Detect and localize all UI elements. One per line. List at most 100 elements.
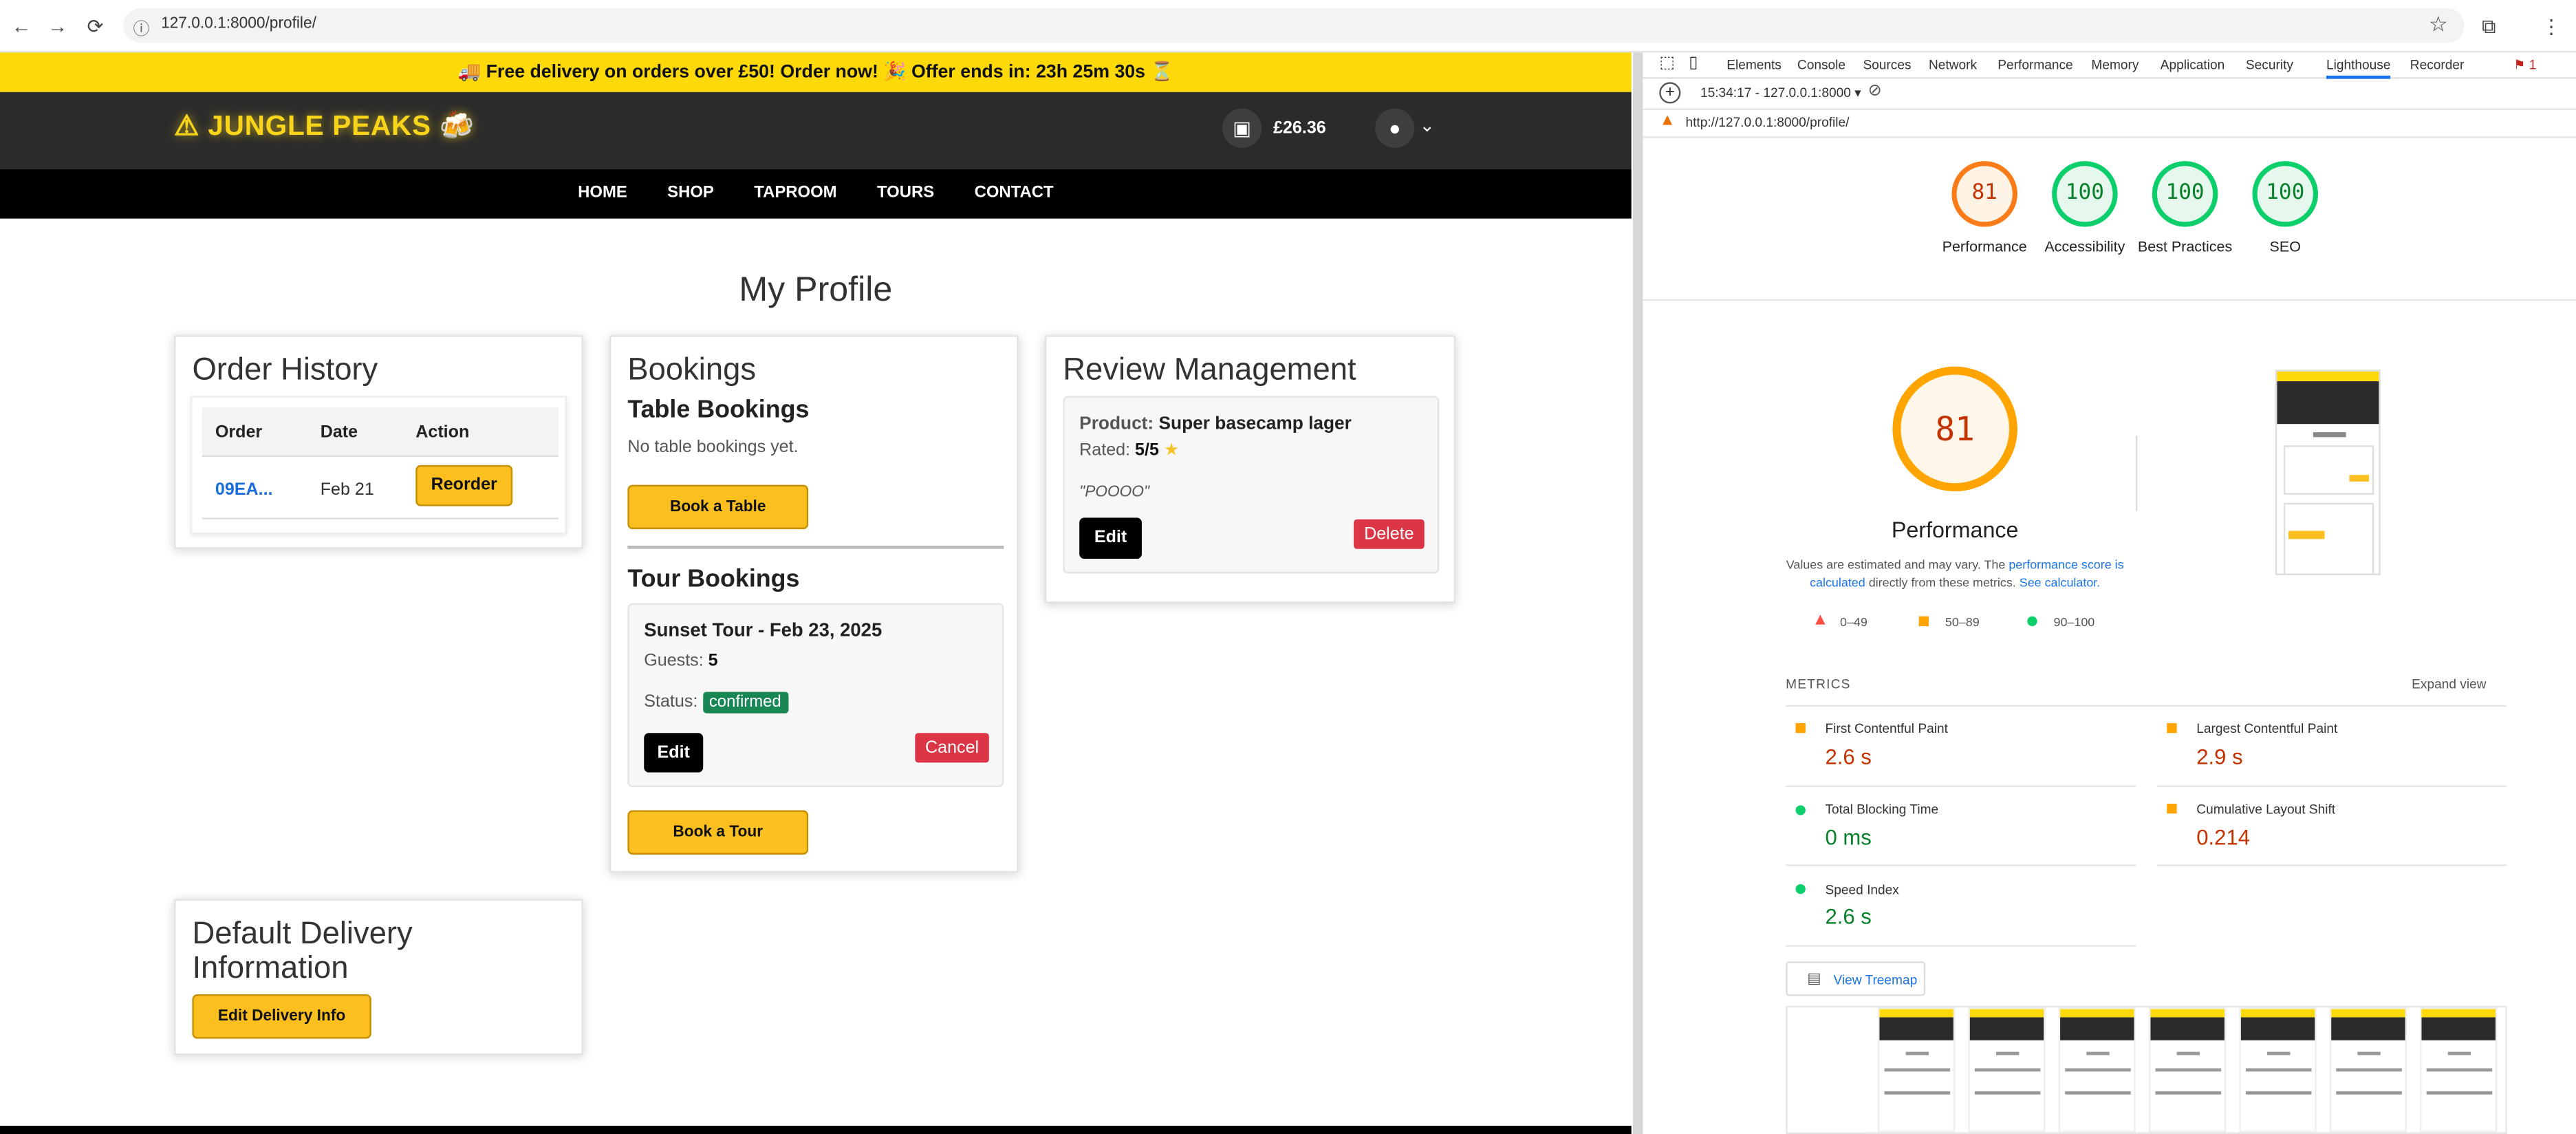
issues-badge[interactable]: ⚑ 1 — [2513, 58, 2536, 72]
new-report-icon[interactable]: + — [1659, 82, 1681, 104]
table-header: Order Date Action — [202, 407, 559, 457]
report-url[interactable]: http://127.0.0.1:8000/profile/ — [1685, 115, 1849, 129]
tour-status: Status: confirmed — [644, 692, 788, 714]
tab-console[interactable]: Console — [1797, 58, 1846, 72]
site-footer — [0, 1126, 1632, 1134]
average-icon — [1795, 723, 1806, 734]
tab-application[interactable]: Application — [2161, 58, 2225, 72]
performance-gauge[interactable]: 81 — [1951, 161, 2017, 227]
inspect-icon[interactable]: ⬚ — [1659, 54, 1675, 72]
view-treemap-button[interactable]: ▤ View Treemap — [1786, 961, 1926, 996]
average-legend-icon — [1918, 616, 1929, 626]
filmstrip-frame — [1877, 1007, 1956, 1133]
legend-pass: 90–100 — [2053, 614, 2095, 630]
book-table-button[interactable]: Book a Table — [627, 484, 809, 530]
report-selector[interactable]: 15:34:17 - 127.0.0.1:8000 ▾ — [1700, 85, 1861, 100]
tab-performance[interactable]: Performance — [1998, 58, 2072, 72]
seo-label: SEO — [2269, 238, 2301, 255]
tab-lighthouse[interactable]: Lighthouse — [2326, 58, 2391, 79]
extensions-icon[interactable]: ⧉ — [2478, 14, 2500, 37]
tab-recorder[interactable]: Recorder — [2410, 58, 2465, 72]
bookmark-star-icon[interactable]: ☆ — [2429, 12, 2448, 38]
tab-elements[interactable]: Elements — [1727, 58, 1782, 72]
divider — [1786, 945, 2136, 947]
expand-view-link[interactable]: Expand view — [2412, 677, 2486, 692]
page-screenshot-thumbnail[interactable] — [2275, 370, 2381, 575]
divider — [1643, 299, 2576, 301]
edit-review-button[interactable]: Edit — [1079, 517, 1142, 559]
nav-tours[interactable]: TOURS — [877, 169, 934, 217]
legend-fail: 0–49 — [1840, 614, 1868, 630]
site-info-icon[interactable]: ⓘ — [133, 14, 149, 39]
separator — [2135, 435, 2138, 511]
col-action: Action — [415, 422, 470, 442]
best-practices-gauge[interactable]: 100 — [2152, 161, 2218, 227]
performance-heading: Performance — [1891, 517, 2019, 543]
average-icon — [2167, 803, 2177, 814]
review-title: Review Management — [1063, 353, 1356, 388]
col-date: Date — [320, 422, 358, 442]
review-card: Review Management Product: Super basecam… — [1045, 335, 1456, 603]
review-rating: Rated: 5/5 ★ — [1079, 440, 1180, 460]
tab-memory[interactable]: Memory — [2091, 58, 2139, 72]
devtools-panel: ⬚ ▯ Elements Console Sources Network Per… — [1633, 52, 2576, 1134]
cart-total[interactable]: £26.36 — [1273, 118, 1326, 138]
shopping-bag-icon[interactable]: ▣ — [1222, 108, 1262, 148]
nav-shop[interactable]: SHOP — [667, 169, 714, 217]
legend-average: 50–89 — [1945, 614, 1980, 630]
nav-home[interactable]: HOME — [578, 169, 627, 217]
performance-big-gauge: 81 — [1892, 366, 2017, 492]
divider — [1643, 136, 2576, 138]
tab-network[interactable]: Network — [1929, 58, 1977, 72]
bookings-title: Bookings — [627, 353, 757, 388]
filmstrip-frame — [1788, 1007, 1867, 1133]
nav-contact[interactable]: CONTACT — [975, 169, 1054, 217]
accessibility-gauge[interactable]: 100 — [2052, 161, 2118, 227]
divider — [2156, 864, 2507, 866]
nav-taproom[interactable]: TAPROOM — [754, 169, 836, 217]
metrics-title: METRICS — [1786, 677, 1851, 692]
lighthouse-icon: ▲ — [1659, 111, 1676, 130]
lcp-value: 2.9 s — [2196, 744, 2243, 769]
tab-sources[interactable]: Sources — [1863, 58, 1911, 72]
performance-label: Performance — [1942, 238, 2027, 255]
back-icon[interactable]: ← — [10, 14, 32, 37]
delivery-title: Default Delivery Information — [192, 917, 413, 987]
col-order: Order — [215, 422, 263, 442]
filmstrip-frame — [2420, 1007, 2498, 1133]
edit-tour-button[interactable]: Edit — [644, 733, 704, 773]
browser-toolbar: ← → ⟳ ⓘ 127.0.0.1:8000/profile/ ☆ ⧉ ⋮ — [0, 0, 2576, 53]
fail-legend-icon — [1815, 614, 1826, 625]
edit-delivery-button[interactable]: Edit Delivery Info — [192, 994, 371, 1039]
calculator-link[interactable]: See calculator. — [2020, 575, 2101, 590]
book-tour-button[interactable]: Book a Tour — [627, 810, 809, 855]
clear-icon[interactable]: ⊘ — [1868, 82, 1882, 100]
cancel-tour-button[interactable]: Cancel — [915, 733, 989, 763]
review-text: "POOOO" — [1079, 483, 1150, 502]
cls-label: Cumulative Layout Shift — [2196, 802, 2336, 817]
order-link[interactable]: 09EA... — [215, 480, 273, 500]
address-bar[interactable]: ⓘ 127.0.0.1:8000/profile/ ☆ — [123, 8, 2465, 43]
tour-booking-item: Sunset Tour - Feb 23, 2025 Guests: 5 Sta… — [627, 603, 1004, 788]
order-history-card: Order History Order Date Action 09EA... … — [174, 335, 583, 549]
delete-review-button[interactable]: Delete — [1354, 519, 1425, 549]
filmstrip-frame — [2149, 1007, 2227, 1133]
fcp-value: 2.6 s — [1825, 744, 1872, 769]
tab-security[interactable]: Security — [2246, 58, 2293, 72]
pass-icon — [1795, 884, 1806, 895]
table-bookings-empty: No table bookings yet. — [627, 437, 799, 457]
reload-icon[interactable]: ⟳ — [84, 14, 107, 37]
divider — [1643, 108, 2576, 111]
devtools-tabs: ⬚ ▯ Elements Console Sources Network Per… — [1643, 52, 2576, 79]
menu-icon[interactable]: ⋮ — [2540, 14, 2562, 37]
url-text[interactable]: 127.0.0.1:8000/profile/ — [161, 14, 316, 32]
accessibility-label: Accessibility — [2044, 238, 2125, 255]
seo-gauge[interactable]: 100 — [2252, 161, 2319, 227]
user-icon[interactable]: ● — [1375, 108, 1415, 148]
forward-icon[interactable]: → — [46, 14, 69, 37]
reorder-button[interactable]: Reorder — [415, 464, 513, 506]
site-logo[interactable]: ⚠ JUNGLE PEAKS 🍻 — [174, 110, 475, 143]
divider — [1786, 705, 2507, 707]
device-toolbar-icon[interactable]: ▯ — [1689, 54, 1698, 72]
chevron-down-icon[interactable]: ⌄ — [1420, 115, 1435, 137]
